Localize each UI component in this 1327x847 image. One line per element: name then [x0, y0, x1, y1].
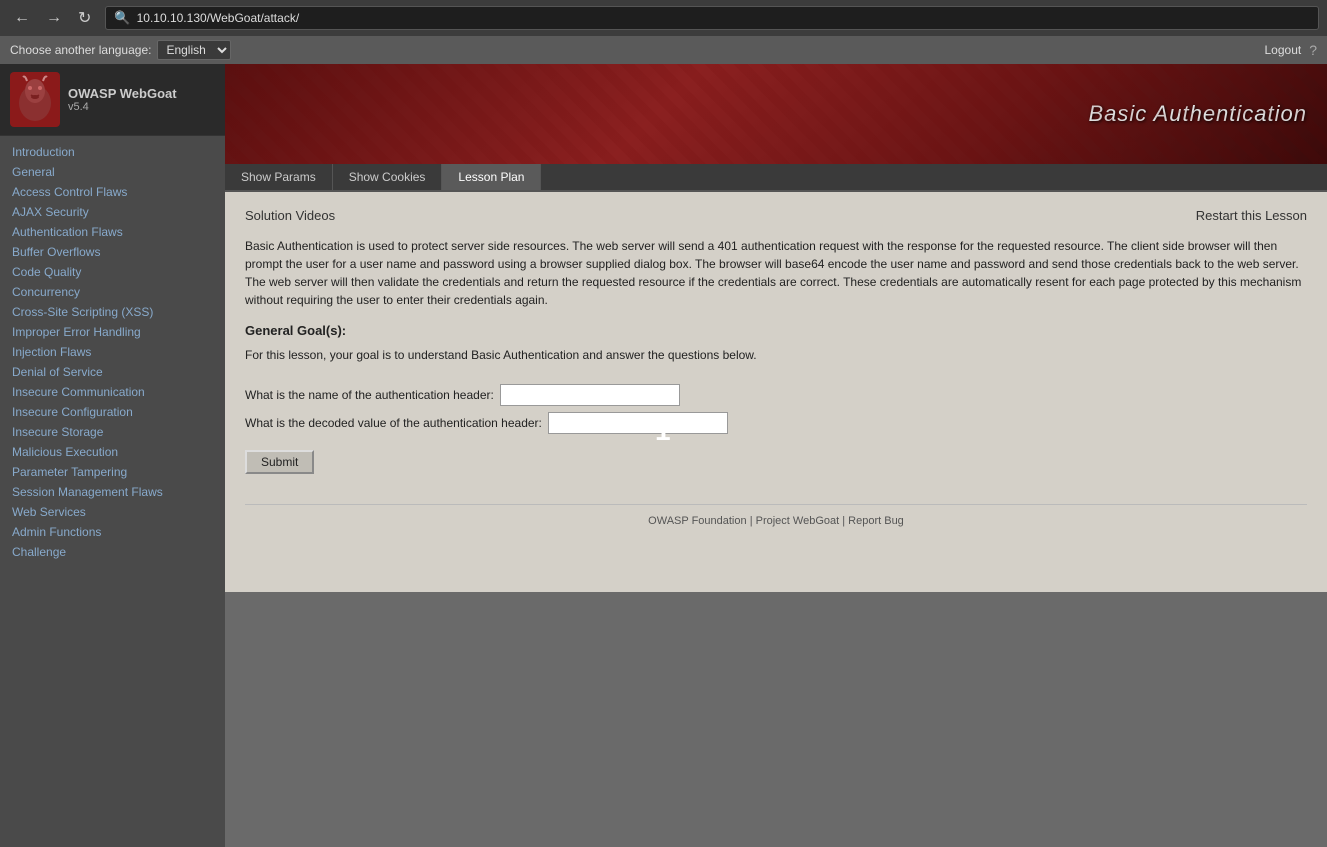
- sidebar: OWASP WebGoat v5.4 Introduction General …: [0, 64, 225, 847]
- address-bar[interactable]: 🔍 10.10.10.130/WebGoat/attack/: [105, 6, 1319, 30]
- report-bug-link[interactable]: Report Bug: [848, 515, 904, 527]
- logout-link[interactable]: Logout: [1265, 43, 1302, 57]
- language-section: Choose another language: English German …: [10, 40, 231, 60]
- tab-show-params[interactable]: Show Params: [225, 164, 333, 190]
- lesson-header: Solution Videos Restart this Lesson: [245, 208, 1307, 223]
- lesson-footer: OWASP Foundation | Project WebGoat | Rep…: [245, 504, 1307, 527]
- tab-bar: Show Params Show Cookies Lesson Plan: [225, 164, 1327, 192]
- sidebar-item-insecure-config[interactable]: Insecure Configuration: [0, 402, 225, 422]
- sidebar-version: v5.4: [68, 101, 177, 113]
- sidebar-item-introduction[interactable]: Introduction: [0, 142, 225, 162]
- sidebar-item-web-services[interactable]: Web Services: [0, 502, 225, 522]
- sidebar-item-insecure-storage[interactable]: Insecure Storage: [0, 422, 225, 442]
- banner: Basic Authentication: [225, 64, 1327, 164]
- sidebar-item-parameter-tampering[interactable]: Parameter Tampering: [0, 462, 225, 482]
- search-icon: 🔍: [114, 10, 130, 26]
- form-row-1: What is the name of the authentication h…: [245, 384, 1307, 406]
- sidebar-item-malicious[interactable]: Malicious Execution: [0, 442, 225, 462]
- submit-button[interactable]: Submit: [245, 450, 314, 474]
- goat-logo: [10, 72, 60, 127]
- owasp-foundation-link[interactable]: OWASP Foundation: [648, 515, 746, 527]
- sidebar-item-access-control[interactable]: Access Control Flaws: [0, 182, 225, 202]
- tab-lesson-plan[interactable]: Lesson Plan: [442, 164, 541, 190]
- url-text: 10.10.10.130/WebGoat/attack/: [137, 11, 300, 25]
- sidebar-item-session-mgmt[interactable]: Session Management Flaws: [0, 482, 225, 502]
- back-button[interactable]: ←: [8, 7, 36, 29]
- sidebar-item-insecure-comm[interactable]: Insecure Communication: [0, 382, 225, 402]
- sidebar-item-injection[interactable]: Injection Flaws: [0, 342, 225, 362]
- browser-chrome: ← → ↻ 🔍 10.10.10.130/WebGoat/attack/: [0, 0, 1327, 36]
- auth-header-name-input[interactable]: [500, 384, 680, 406]
- sidebar-item-dos[interactable]: Denial of Service: [0, 362, 225, 382]
- sidebar-item-auth-flaws[interactable]: Authentication Flaws: [0, 222, 225, 242]
- sidebar-item-xss[interactable]: Cross-Site Scripting (XSS): [0, 302, 225, 322]
- field1-label: What is the name of the authentication h…: [245, 388, 494, 402]
- sidebar-title: OWASP WebGoat v5.4: [68, 86, 177, 113]
- lesson-goal-title: General Goal(s):: [245, 323, 1307, 338]
- top-bar-right: Logout ?: [1265, 42, 1318, 58]
- sidebar-item-challenge[interactable]: Challenge: [0, 542, 225, 562]
- top-bar: Choose another language: English German …: [0, 36, 1327, 64]
- project-webgoat-link[interactable]: Project WebGoat: [756, 515, 840, 527]
- solution-videos-link[interactable]: Solution Videos: [245, 208, 335, 223]
- sidebar-item-concurrency[interactable]: Concurrency: [0, 282, 225, 302]
- lesson-goal-text: For this lesson, your goal is to underst…: [245, 346, 1307, 364]
- field2-label: What is the decoded value of the authent…: [245, 416, 542, 430]
- sidebar-nav: Introduction General Access Control Flaw…: [0, 136, 225, 568]
- sidebar-item-buffer[interactable]: Buffer Overflows: [0, 242, 225, 262]
- forward-button[interactable]: →: [40, 7, 68, 29]
- banner-decoration: [225, 64, 1327, 164]
- form-section: What is the name of the authentication h…: [245, 384, 1307, 434]
- auth-header-value-input[interactable]: [548, 412, 728, 434]
- nav-buttons: ← → ↻: [8, 6, 97, 30]
- sidebar-item-ajax[interactable]: AJAX Security: [0, 202, 225, 222]
- tab-show-cookies[interactable]: Show Cookies: [333, 164, 443, 190]
- language-select[interactable]: English German French Spanish: [157, 40, 231, 60]
- sidebar-header: OWASP WebGoat v5.4: [0, 64, 225, 136]
- content-area: Basic Authentication Show Params Show Co…: [225, 64, 1327, 847]
- sidebar-item-code-quality[interactable]: Code Quality: [0, 262, 225, 282]
- sidebar-item-error-handling[interactable]: Improper Error Handling: [0, 322, 225, 342]
- main-container: OWASP WebGoat v5.4 Introduction General …: [0, 64, 1327, 847]
- lesson-description: Basic Authentication is used to protect …: [245, 237, 1307, 309]
- form-row-2: What is the decoded value of the authent…: [245, 412, 1307, 434]
- sidebar-app-name: OWASP WebGoat: [68, 86, 177, 101]
- sidebar-item-admin[interactable]: Admin Functions: [0, 522, 225, 542]
- lesson-content: Solution Videos Restart this Lesson Basi…: [225, 192, 1327, 592]
- refresh-button[interactable]: ↻: [72, 6, 97, 30]
- restart-lesson-link[interactable]: Restart this Lesson: [1196, 208, 1307, 223]
- help-icon[interactable]: ?: [1309, 42, 1317, 58]
- language-label: Choose another language:: [10, 43, 151, 57]
- sidebar-item-general[interactable]: General: [0, 162, 225, 182]
